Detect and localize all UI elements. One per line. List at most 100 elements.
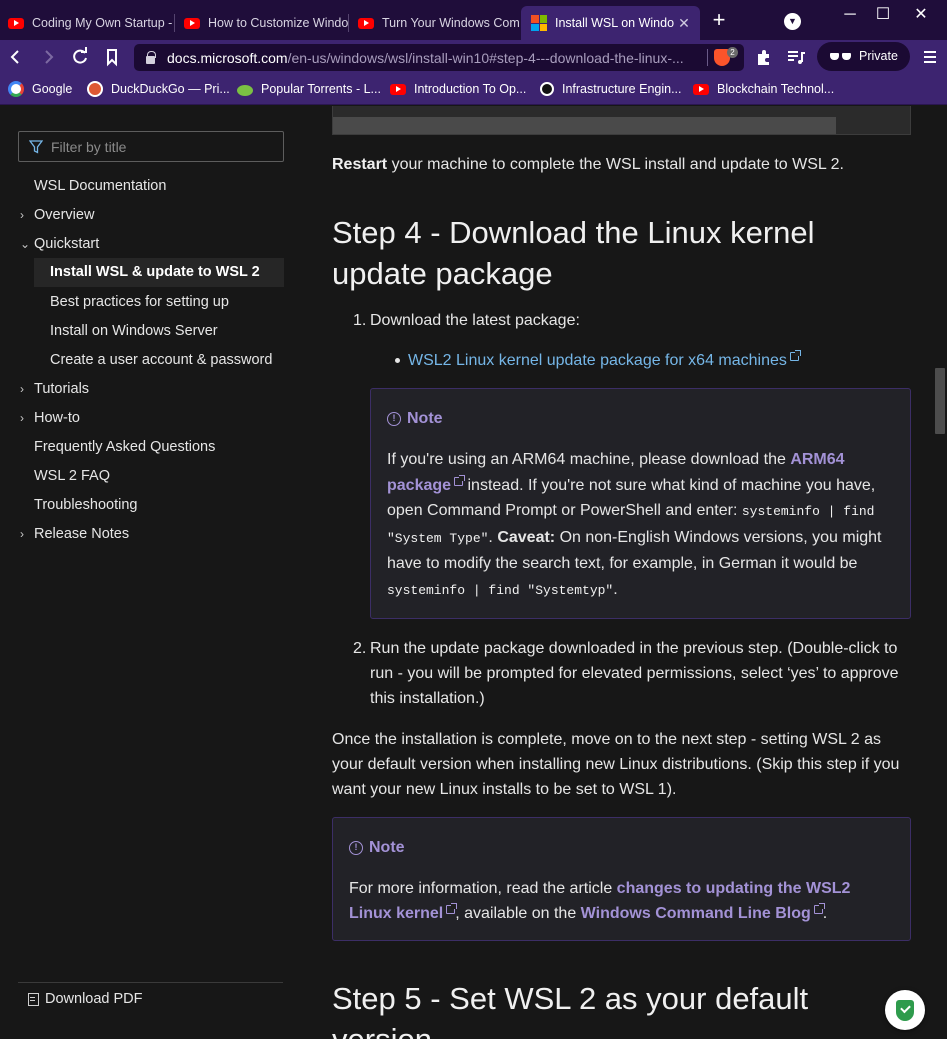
bookmark-label: DuckDuckGo — Pri...: [111, 82, 230, 96]
download-pdf-label: Download PDF: [45, 991, 143, 1007]
chevron-right-icon[interactable]: ›: [20, 204, 30, 226]
tab-title: Turn Your Windows Comp: [382, 16, 520, 30]
url-path: /en-us/windows/wsl/install-win10#step-4-…: [287, 49, 684, 66]
note-heading-text: Note: [407, 410, 443, 427]
navigation-toolbar: docs.microsoft.com /en-us/windows/wsl/in…: [0, 40, 947, 74]
kernel-package-link[interactable]: WSL2 Linux kernel update package for x64…: [408, 352, 787, 369]
url-host: docs.microsoft.com: [167, 49, 288, 66]
toc-item-tutorials[interactable]: Tutorials: [34, 378, 89, 400]
toc-item-windows-server[interactable]: Install on Windows Server: [50, 320, 218, 342]
media-playlist-icon[interactable]: [784, 45, 808, 69]
toc-item-quickstart[interactable]: Quickstart: [34, 233, 99, 255]
page-scrollbar-thumb[interactable]: [935, 368, 945, 434]
external-link-icon: [813, 903, 825, 914]
toc-item-how-to[interactable]: How-to: [34, 407, 80, 429]
step4-heading-line1: Step 4 - Download the Linux kernel: [332, 215, 815, 250]
after-install-paragraph: Once the installation is complete, move …: [332, 731, 900, 798]
list-item-text: Run the update package downloaded in the…: [370, 640, 899, 707]
bookmark-icon[interactable]: [100, 45, 124, 69]
note-arm64: ! Note If you're using an ARM64 machine,…: [370, 388, 911, 619]
extensions-icon[interactable]: [752, 45, 776, 69]
close-tab-icon[interactable]: ✕: [676, 15, 692, 31]
note-heading: ! Note: [349, 837, 405, 859]
external-link-icon: [446, 903, 458, 914]
toc-item-overview[interactable]: Overview: [34, 204, 94, 226]
bookmark-duckduckgo[interactable]: DuckDuckGo — Pri...: [87, 80, 230, 98]
tab-separator: [348, 14, 349, 32]
code-horizontal-scrollbar[interactable]: [333, 117, 836, 134]
note-text: .: [488, 528, 498, 546]
note-text: , available on the: [455, 905, 581, 922]
toc-item-wsl-documentation[interactable]: WSL Documentation: [34, 175, 166, 197]
code-block: [332, 106, 911, 135]
address-bar[interactable]: docs.microsoft.com /en-us/windows/wsl/in…: [134, 44, 744, 71]
filter-icon: [29, 140, 43, 154]
step4-heading-line2: update package: [332, 256, 553, 291]
note-heading-text: Note: [369, 839, 405, 856]
shield-check-icon: [896, 1000, 914, 1021]
bookmark-label: Blockchain Technol...: [717, 82, 835, 96]
filter-input[interactable]: Filter by title: [18, 131, 284, 162]
tab-install-wsl[interactable]: Install WSL on Windo ✕: [521, 6, 700, 40]
maximize-button[interactable]: ☐: [868, 4, 898, 28]
command-line-blog-link[interactable]: Windows Command Line Blog: [581, 905, 811, 922]
bookmark-popular-torrents[interactable]: Popular Torrents - L...: [237, 80, 381, 98]
page-viewport: Filter by title WSL Documentation › Over…: [0, 106, 947, 1039]
google-icon: [8, 81, 24, 97]
note-text: .: [613, 580, 618, 598]
microsoft-icon: [531, 15, 547, 31]
tab-customize-windows[interactable]: How to Customize Windo: [176, 6, 348, 40]
toc-item-user-account[interactable]: Create a user account & password: [50, 349, 272, 371]
lock-icon[interactable]: [146, 50, 156, 64]
chevron-right-icon[interactable]: ›: [20, 523, 30, 545]
bookmark-introduction[interactable]: Introduction To Op...: [390, 80, 526, 98]
tab-search-icon[interactable]: ▼: [784, 13, 801, 30]
restart-paragraph: Restart your machine to complete the WSL…: [332, 152, 912, 177]
chevron-right-icon[interactable]: ›: [20, 378, 30, 400]
github-icon: [540, 82, 554, 96]
caveat-label: Caveat:: [497, 528, 556, 546]
back-icon[interactable]: [4, 45, 28, 69]
bookmark-label: Google: [32, 82, 73, 96]
youtube-icon: [358, 17, 374, 29]
info-icon: !: [387, 412, 401, 426]
youtube-icon: [184, 17, 200, 29]
close-window-button[interactable]: ✕: [906, 4, 936, 28]
security-shield-button[interactable]: [885, 990, 925, 1030]
toc-item-faq[interactable]: Frequently Asked Questions: [34, 436, 215, 458]
youtube-icon: [390, 83, 406, 95]
minimize-button[interactable]: ─: [835, 4, 865, 28]
reload-icon[interactable]: [68, 45, 92, 69]
toc-item-best-practices[interactable]: Best practices for setting up: [50, 291, 229, 313]
tab-coding-startup[interactable]: Coding My Own Startup -: [0, 6, 172, 40]
note-kernel-body: For more information, read the article c…: [349, 876, 894, 926]
download-pdf-button[interactable]: Download PDF: [28, 988, 143, 1010]
toc-item-install-wsl[interactable]: Install WSL & update to WSL 2: [34, 258, 284, 287]
bookmark-google[interactable]: Google: [8, 80, 72, 98]
systemtyp-command: systeminfo | find "Systemtyp": [387, 582, 614, 598]
tab-title: How to Customize Windo: [208, 16, 348, 30]
step5-heading: Step 5 - Set WSL 2 as your default versi…: [332, 978, 912, 1039]
toc-item-wsl2-faq[interactable]: WSL 2 FAQ: [34, 465, 110, 487]
forward-icon[interactable]: [36, 45, 60, 69]
menu-icon[interactable]: [918, 45, 942, 69]
duckduckgo-icon: [87, 81, 103, 97]
bookmarks-bar: Google DuckDuckGo — Pri... Popular Torre…: [0, 74, 947, 105]
chevron-down-icon[interactable]: ⌄: [20, 233, 30, 255]
tab-title: Install WSL on Windo: [555, 16, 675, 30]
info-icon: !: [349, 841, 363, 855]
note-arm64-body: If you're using an ARM64 machine, please…: [387, 447, 895, 603]
kernel-package-link-wrap: WSL2 Linux kernel update package for x64…: [408, 348, 801, 373]
toc-item-troubleshooting[interactable]: Troubleshooting: [34, 494, 137, 516]
private-window-indicator[interactable]: Private: [817, 42, 910, 71]
note-heading: ! Note: [387, 408, 443, 430]
bookmark-blockchain[interactable]: Blockchain Technol...: [693, 80, 834, 98]
new-tab-button[interactable]: +: [708, 9, 730, 32]
bookmark-infrastructure[interactable]: Infrastructure Engin...: [540, 80, 682, 98]
tab-title: Coding My Own Startup -: [32, 16, 172, 30]
chevron-right-icon[interactable]: ›: [20, 407, 30, 429]
restart-text: your machine to complete the WSL install…: [387, 156, 844, 173]
toc-item-release-notes[interactable]: Release Notes: [34, 523, 129, 545]
tab-turn-windows[interactable]: Turn Your Windows Comp: [350, 6, 520, 40]
youtube-icon: [693, 83, 709, 95]
